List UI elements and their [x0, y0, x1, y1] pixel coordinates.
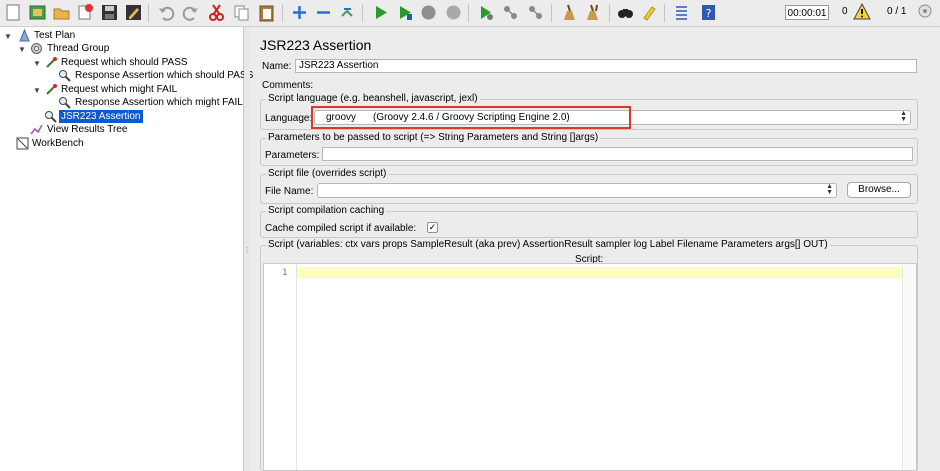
elapsed-timer: 00:00:01 [785, 5, 829, 20]
start-no-pauses-icon[interactable] [395, 3, 414, 22]
cut-icon[interactable] [207, 3, 226, 22]
tree-item-thread-group[interactable]: ▼ Thread Group [18, 42, 218, 55]
toggle-icon[interactable] [338, 3, 357, 22]
tree-item-label: Request which should PASS [61, 57, 188, 68]
collapse-icon[interactable] [314, 3, 333, 22]
stop-icon[interactable] [419, 3, 438, 22]
tree-item-workbench[interactable]: WorkBench [16, 137, 176, 150]
tree-item-response-assertion-pass[interactable]: Response Assertion which should PASS [58, 69, 253, 82]
workbench-icon [16, 137, 29, 150]
select-arrows-icon: ▲ ▼ [900, 110, 907, 123]
magnifier-icon [58, 96, 71, 109]
group-title: Script (variables: ctx vars props Sample… [266, 239, 830, 250]
shutdown-icon[interactable] [444, 3, 463, 22]
language-label: Language: [265, 113, 313, 124]
new-icon[interactable] [4, 3, 23, 22]
script-editor[interactable]: 1 [263, 263, 917, 471]
clear-icon[interactable] [559, 3, 578, 22]
tree-item-label: WorkBench [32, 138, 84, 149]
close-icon[interactable] [76, 3, 95, 22]
tree-item-label: Test Plan [34, 30, 76, 41]
warning-icon[interactable] [853, 2, 871, 23]
templates-icon[interactable] [28, 3, 47, 22]
tree-item-response-assertion-fail[interactable]: Response Assertion which might FAIL [58, 96, 243, 109]
save-as-icon[interactable] [124, 3, 143, 22]
line-number: 1 [282, 268, 288, 278]
main-toolbar: ? 00:00:01 0 0 / 1 [0, 0, 940, 27]
start-icon[interactable] [371, 3, 390, 22]
tree-item-view-results-tree[interactable]: View Results Tree [30, 123, 190, 136]
parameters-field[interactable] [322, 147, 913, 161]
name-field[interactable]: JSR223 Assertion [295, 59, 917, 73]
thread-count: 0 / 1 [887, 6, 907, 17]
magnifier-icon [58, 69, 71, 82]
remote-stop-icon[interactable] [501, 3, 520, 22]
help-icon[interactable]: ? [699, 3, 718, 22]
file-name-field[interactable]: ▲ ▼ [317, 183, 837, 198]
vertical-scrollbar[interactable] [902, 264, 916, 470]
divider-grip-icon[interactable]: ⁞ [246, 246, 248, 255]
tree-item-label: Thread Group [47, 43, 110, 54]
tree-item-label: JSR223 Assertion [59, 110, 143, 123]
select-arrows-icon: ▲ ▼ [826, 183, 833, 196]
expand-arrow-icon[interactable]: ▼ [33, 57, 41, 70]
running-status-icon [918, 4, 932, 21]
tree-item-label: Response Assertion which might FAIL [75, 97, 243, 108]
tree-item-label: View Results Tree [47, 124, 128, 135]
name-label: Name: [262, 61, 292, 72]
sampler-pipette-icon [45, 56, 58, 69]
copy-icon[interactable] [232, 3, 251, 22]
line-number-gutter: 1 [264, 264, 297, 470]
svg-text:?: ? [706, 7, 712, 20]
sampler-pipette-icon [45, 83, 58, 96]
group-title: Parameters to be passed to script (=> St… [266, 132, 601, 143]
expand-icon[interactable] [290, 3, 309, 22]
file-name-label: File Name: [265, 186, 314, 197]
highlight-box [311, 106, 631, 129]
parameters-label: Parameters: [265, 150, 320, 161]
page-title: JSR223 Assertion [260, 37, 372, 53]
redo-icon[interactable] [181, 3, 200, 22]
magnifier-icon [44, 110, 57, 123]
search-icon[interactable] [616, 3, 635, 22]
tree-item-request-pass[interactable]: ▼ Request which should PASS [33, 56, 243, 69]
current-line-highlight [297, 267, 902, 278]
expand-arrow-icon[interactable]: ▼ [4, 30, 12, 43]
test-plan-icon [18, 28, 31, 42]
tree-item-jsr223-assertion[interactable]: JSR223 Assertion [44, 110, 194, 123]
group-title: Script compilation caching [266, 205, 387, 216]
gear-icon [30, 42, 43, 55]
function-helper-icon[interactable] [672, 3, 691, 22]
test-plan-tree[interactable]: ▼ Test Plan ▼ Thread Group ▼ Request whi… [0, 27, 253, 471]
listener-icon [30, 123, 43, 136]
comments-label: Comments: [262, 80, 314, 91]
save-icon[interactable] [100, 3, 119, 22]
tree-item-test-plan[interactable]: ▼ Test Plan [4, 28, 204, 43]
expand-arrow-icon[interactable]: ▼ [33, 84, 41, 97]
cache-label: Cache compiled script if available: [265, 223, 417, 234]
cache-checkbox[interactable]: ✓ [427, 222, 438, 233]
tree-item-label: Request which might FAIL [61, 84, 178, 95]
remote-shutdown-icon[interactable] [526, 3, 545, 22]
paste-icon[interactable] [257, 3, 276, 22]
tree-item-label: Response Assertion which should PASS [75, 70, 254, 81]
error-count: 0 [842, 6, 848, 17]
clear-all-icon[interactable] [584, 3, 603, 22]
undo-icon[interactable] [157, 3, 176, 22]
browse-button[interactable]: Browse... [847, 182, 911, 198]
group-title: Script file (overrides script) [266, 168, 389, 179]
open-icon[interactable] [52, 3, 71, 22]
expand-arrow-icon[interactable]: ▼ [18, 43, 26, 56]
element-editor-panel: JSR223 Assertion Name: JSR223 Assertion … [253, 27, 940, 471]
remote-start-icon[interactable] [476, 3, 495, 22]
reset-search-icon[interactable] [640, 3, 659, 22]
group-title: Script language (e.g. beanshell, javascr… [266, 93, 480, 104]
tree-item-request-fail[interactable]: ▼ Request which might FAIL [33, 83, 243, 96]
